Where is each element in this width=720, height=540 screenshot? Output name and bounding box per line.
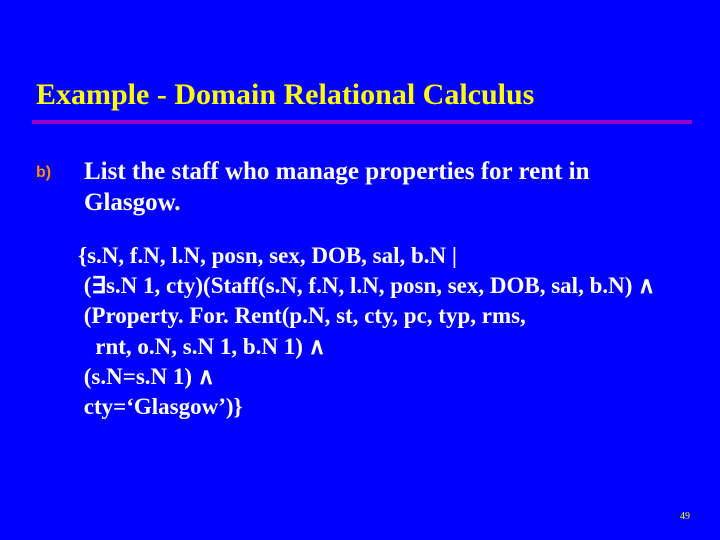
slide: Example - Domain Relational Calculus b) …: [0, 0, 720, 540]
page-title: Example - Domain Relational Calculus: [0, 78, 720, 118]
formula-line: rnt, o.N, s.N 1, b.N 1) ∧: [78, 332, 690, 362]
formula-line: cty=‘Glasgow’)}: [78, 392, 690, 422]
bullet-item: b) List the staff who manage properties …: [36, 156, 690, 219]
bullet-label: b): [36, 156, 60, 182]
page-number: 49: [680, 511, 690, 522]
formula-line: (Property. For. Rent(p.N, st, cty, pc, t…: [78, 301, 690, 331]
formula-block: {s.N, f.N, l.N, posn, sex, DOB, sal, b.N…: [36, 219, 690, 423]
formula-line: {s.N, f.N, l.N, posn, sex, DOB, sal, b.N…: [78, 241, 690, 271]
formula-line: (∃s.N 1, cty)(Staff(s.N, f.N, l.N, posn,…: [78, 271, 690, 301]
bullet-text: List the staff who manage properties for…: [84, 156, 690, 219]
formula-line: (s.N=s.N 1) ∧: [78, 362, 690, 392]
content-area: b) List the staff who manage properties …: [0, 124, 720, 423]
